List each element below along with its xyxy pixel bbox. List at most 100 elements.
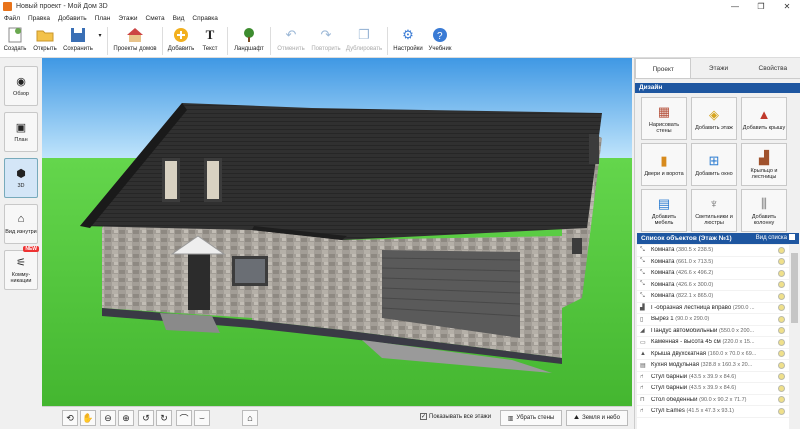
add-column-button[interactable]: ⫼ Добавить колонну <box>741 189 787 232</box>
menu-file[interactable]: Файл <box>4 15 20 22</box>
list-item[interactable]: ⊓ Стол обеденный (90.0 x 90.2 x 71.7) <box>637 395 789 406</box>
list-item[interactable]: ⑁ Стул Eames (41.5 x 47.3 x 93.1) <box>637 406 789 418</box>
landscape-button[interactable]: Ландшафт <box>231 24 267 58</box>
remove-walls-button[interactable]: ▥ Убрать стены <box>500 410 562 426</box>
menu-help[interactable]: Справка <box>192 15 218 22</box>
visibility-icon[interactable] <box>778 327 785 335</box>
list-item[interactable]: ▤ Кухня модульная (328.8 x 160.3 x 20... <box>637 360 789 372</box>
orbit-right-button[interactable]: ↻ <box>156 410 172 426</box>
menu-floors[interactable]: Этажи <box>118 15 137 22</box>
show-all-floors-checkbox[interactable]: ✓ Показывать все этажи <box>420 413 491 420</box>
zoom-out-button[interactable]: ⊖ <box>100 410 116 426</box>
visibility-icon[interactable] <box>778 292 785 300</box>
3d-viewport[interactable] <box>42 58 632 406</box>
open-button[interactable]: Открыть <box>30 24 60 58</box>
front-door <box>188 254 210 310</box>
lights-button[interactable]: ♆ Светильники и люстры <box>691 189 737 232</box>
visibility-icon[interactable] <box>778 315 785 323</box>
pan-button[interactable]: ✋ <box>80 410 96 426</box>
tab-project[interactable]: Проект <box>635 58 692 78</box>
menu-estimate[interactable]: Смета <box>146 15 165 22</box>
orbit-left-button[interactable]: ↺ <box>138 410 154 426</box>
visibility-icon[interactable] <box>778 258 785 266</box>
interior-icon: ⌂ <box>17 213 25 225</box>
item-dimensions: (90.0 x 90.2 x 71.7) <box>699 396 747 403</box>
draw-walls-button[interactable]: ▦ Нарисовать стены <box>641 97 687 140</box>
tilt-down-button[interactable]: ⌣ <box>194 410 210 426</box>
redo-button[interactable]: ↷ Повторить <box>308 24 344 58</box>
menu-view[interactable]: Вид <box>173 15 185 22</box>
menu-add[interactable]: Добавить <box>58 15 87 22</box>
duplicate-button[interactable]: ❐ Дублировать <box>344 24 384 58</box>
visibility-icon[interactable] <box>778 269 785 277</box>
toolbar-separator <box>270 27 271 55</box>
list-item[interactable]: ▯ Вырез 1 (90.0 x 290.0) <box>637 314 789 326</box>
visibility-icon[interactable] <box>778 304 785 312</box>
visibility-icon[interactable] <box>778 361 785 369</box>
list-item[interactable]: ⑁ Стул барный (43.5 x 39.9 x 84.6) <box>637 383 789 395</box>
list-item[interactable]: ⑁ Стул барный (43.5 x 39.9 x 84.6) <box>637 372 789 383</box>
list-item[interactable]: ▟ Г-образная лестница вправо (290.0 ... <box>637 303 789 314</box>
save-dropdown-button[interactable]: ▾ <box>96 24 104 58</box>
communications-button[interactable]: ⚟ Комму-никации NEW <box>4 246 39 290</box>
plan-button[interactable]: ▣ План <box>4 112 38 152</box>
add-button[interactable]: Добавить <box>166 24 196 58</box>
create-button[interactable]: Создать <box>0 24 30 58</box>
list-item[interactable]: ⤡ Комната (661.0 x 713.5) <box>637 257 789 268</box>
overview-button[interactable]: ◉ Обзор <box>4 66 38 106</box>
add-window-button[interactable]: ⊞ Добавить окно <box>691 143 737 186</box>
list-item[interactable]: ▲ Крыша двухскатная (160.0 x 70.0 x 69... <box>637 349 789 360</box>
text-button[interactable]: T Текст <box>196 24 224 58</box>
visibility-icon[interactable] <box>778 396 785 404</box>
list-item[interactable]: ⤡ Комната (380.5 x 238.5) <box>637 245 789 257</box>
tilt-up-button[interactable]: ⌒ <box>176 410 192 426</box>
rotate-button[interactable]: ⟲ <box>62 410 78 426</box>
zoom-in-icon: ⊕ <box>122 412 130 423</box>
list-item[interactable]: ◢ Пандус автомобильный (550.0 x 200... <box>637 326 789 337</box>
table-icon: ⊓ <box>640 397 645 404</box>
tab-floors[interactable]: Этажи <box>691 58 745 78</box>
item-name: Стул барный <box>651 373 688 380</box>
visibility-icon[interactable] <box>778 338 785 346</box>
home-view-button[interactable]: ⌂ <box>242 410 258 426</box>
zoom-in-button[interactable]: ⊕ <box>118 410 134 426</box>
cutout-icon: ▯ <box>640 316 644 323</box>
minimize-button[interactable]: — <box>722 0 748 13</box>
menu-edit[interactable]: Правка <box>28 15 50 22</box>
kitchen-icon: ▤ <box>640 362 646 369</box>
inside-view-button[interactable]: ⌂ Вид изнутри <box>4 204 38 244</box>
undo-button[interactable]: ↶ Отменить <box>274 24 308 58</box>
list-view-toggle[interactable]: Вид списка <box>756 233 795 244</box>
view-3d-button[interactable]: ⬢ 3D <box>4 158 38 198</box>
maximize-button[interactable]: ❐ <box>748 0 774 13</box>
add-roof-button[interactable]: ▲ Добавить крышу <box>741 97 787 140</box>
ground-sky-button[interactable]: ⛰ Земля и небо <box>566 410 628 426</box>
gear-icon: ⚙ <box>402 27 414 42</box>
list-item[interactable]: ⤡ Комната (426.6 x 496.2) <box>637 268 789 280</box>
visibility-icon[interactable] <box>778 246 785 254</box>
visibility-icon[interactable] <box>778 373 785 381</box>
view-mode-bar: ◉ Обзор ▣ План ⬢ 3D ⌂ Вид изнутри ⚟ Комм… <box>0 58 41 429</box>
porch-stairs-button[interactable]: ▟ Крыльцо и лестницы <box>741 143 787 186</box>
scrollbar-thumb[interactable] <box>791 253 798 323</box>
ramp-icon: ◢ <box>640 328 645 335</box>
close-button[interactable]: ✕ <box>774 0 800 13</box>
list-item[interactable]: ▭ Каменная - высота 45 см (220.0 x 15... <box>637 337 789 349</box>
settings-button[interactable]: ⚙ Настройки <box>391 24 425 58</box>
tutorial-button[interactable]: ? Учебник <box>425 24 455 58</box>
house-projects-button[interactable]: Проекты домов <box>111 24 159 58</box>
checkbox-checked-icon: ✓ <box>420 413 427 420</box>
visibility-icon[interactable] <box>778 407 785 415</box>
visibility-icon[interactable] <box>778 384 785 392</box>
add-floor-button[interactable]: ◈ Добавить этаж <box>691 97 737 140</box>
menu-plan[interactable]: План <box>95 15 111 22</box>
add-furniture-button[interactable]: ▤ Добавить мебель <box>641 189 687 232</box>
object-list-scrollbar[interactable] <box>790 245 799 429</box>
item-dimensions: (822.1 x 865.0) <box>676 293 714 300</box>
doors-gates-button[interactable]: ▮ Двери и ворота <box>641 143 687 186</box>
visibility-icon[interactable] <box>778 281 785 289</box>
list-item[interactable]: ⤡ Комната (426.6 x 300.0) <box>637 280 789 291</box>
list-item[interactable]: ⤡ Комната (822.1 x 865.0) <box>637 291 789 303</box>
visibility-icon[interactable] <box>778 350 785 358</box>
tab-properties[interactable]: Свойства <box>746 58 800 78</box>
